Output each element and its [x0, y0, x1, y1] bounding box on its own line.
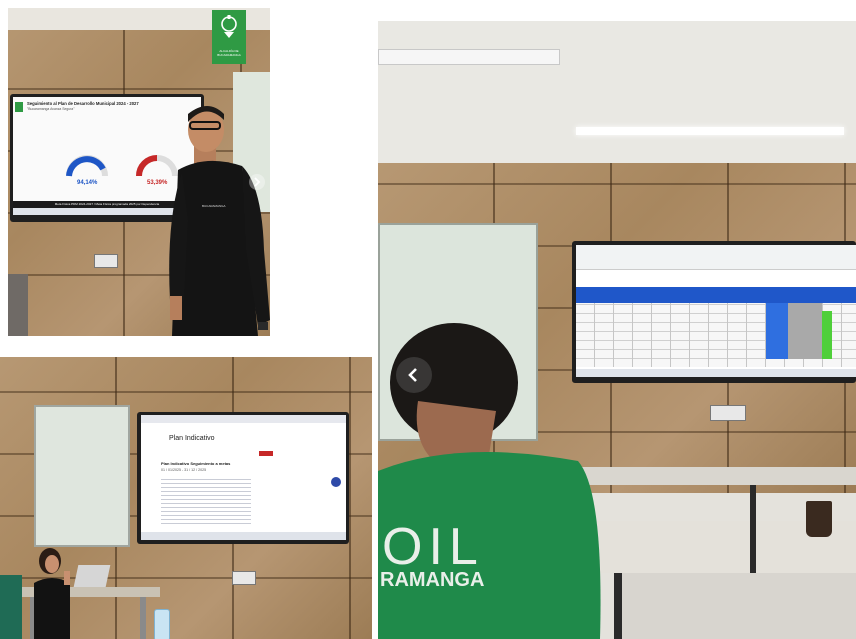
- cabinet: [8, 274, 28, 336]
- shirt-text: BUCARAMANGA: [202, 204, 226, 208]
- wall-plate: [710, 405, 746, 421]
- ceiling: [378, 21, 856, 163]
- carousel-next-button[interactable]: [249, 174, 265, 190]
- tv-screen-excel: [576, 245, 856, 377]
- desk-leg: [140, 597, 146, 639]
- chair: [0, 575, 22, 639]
- wall-whiteboard: [34, 405, 130, 547]
- presenter: [169, 106, 270, 336]
- taskbar: [141, 532, 346, 540]
- logo-text: ALCALDÍA DE BUCARAMANGA: [217, 49, 241, 57]
- ceiling-light: [576, 127, 844, 135]
- taskbar: [576, 369, 856, 377]
- wall-plate: [94, 254, 118, 268]
- presenter: [34, 548, 70, 639]
- screen-fab: [331, 477, 341, 487]
- floor: [622, 573, 856, 639]
- carousel-prev-button[interactable]: [396, 357, 432, 393]
- gauge-left-value: 94,14%: [77, 180, 98, 186]
- chevron-left-icon: [408, 368, 417, 382]
- municipal-logo: ALCALDÍA DE BUCARAMANGA: [212, 10, 246, 64]
- excel-green-column: [822, 311, 832, 359]
- photo-classroom-excel: OIL RAMANGA: [378, 21, 856, 639]
- excel-blue-column: [766, 303, 788, 359]
- coffee-cup: [806, 501, 832, 537]
- browser-bar: [141, 415, 346, 423]
- table-leg: [614, 573, 622, 639]
- excel-ribbon: [576, 245, 856, 270]
- photo-presenter-laptop: Plan Indicativo Plan Indicativo Seguimie…: [0, 357, 372, 639]
- wall-plate: [232, 571, 256, 585]
- screen-line-1: Plan Indicativo Seguimiento a metas: [161, 461, 231, 466]
- screen-red-button: [259, 451, 273, 456]
- gauge-left: [66, 155, 108, 177]
- ceiling-light: [378, 49, 560, 65]
- water-bottle: [154, 609, 170, 639]
- screen-text-block: [161, 477, 251, 527]
- laptop: [73, 565, 111, 587]
- shirt-text-line-2: RAMANGA: [380, 569, 485, 591]
- shirt-text-line-1: OIL: [382, 518, 484, 576]
- screen-subtitle: "Bucaramanga Avanza Segura": [27, 107, 75, 111]
- crest-icon: [221, 15, 237, 38]
- screen-title: Seguimiento al Plan de Desarrollo Munici…: [27, 101, 139, 106]
- tv-screen: Plan Indicativo Plan Indicativo Seguimie…: [141, 415, 346, 540]
- excel-grey-column: [788, 303, 822, 359]
- screen-heading: Plan Indicativo: [169, 435, 215, 442]
- excel-header-row: [576, 287, 856, 303]
- screen-green-tag: [15, 102, 23, 112]
- screen-line-2: 01 / 01/2025 - 31 / 12 / 2025: [161, 468, 207, 472]
- photo-presenter-dashboard: ALCALDÍA DE BUCARAMANGA Seguimiento al P…: [8, 8, 270, 336]
- chevron-right-icon: [254, 177, 261, 187]
